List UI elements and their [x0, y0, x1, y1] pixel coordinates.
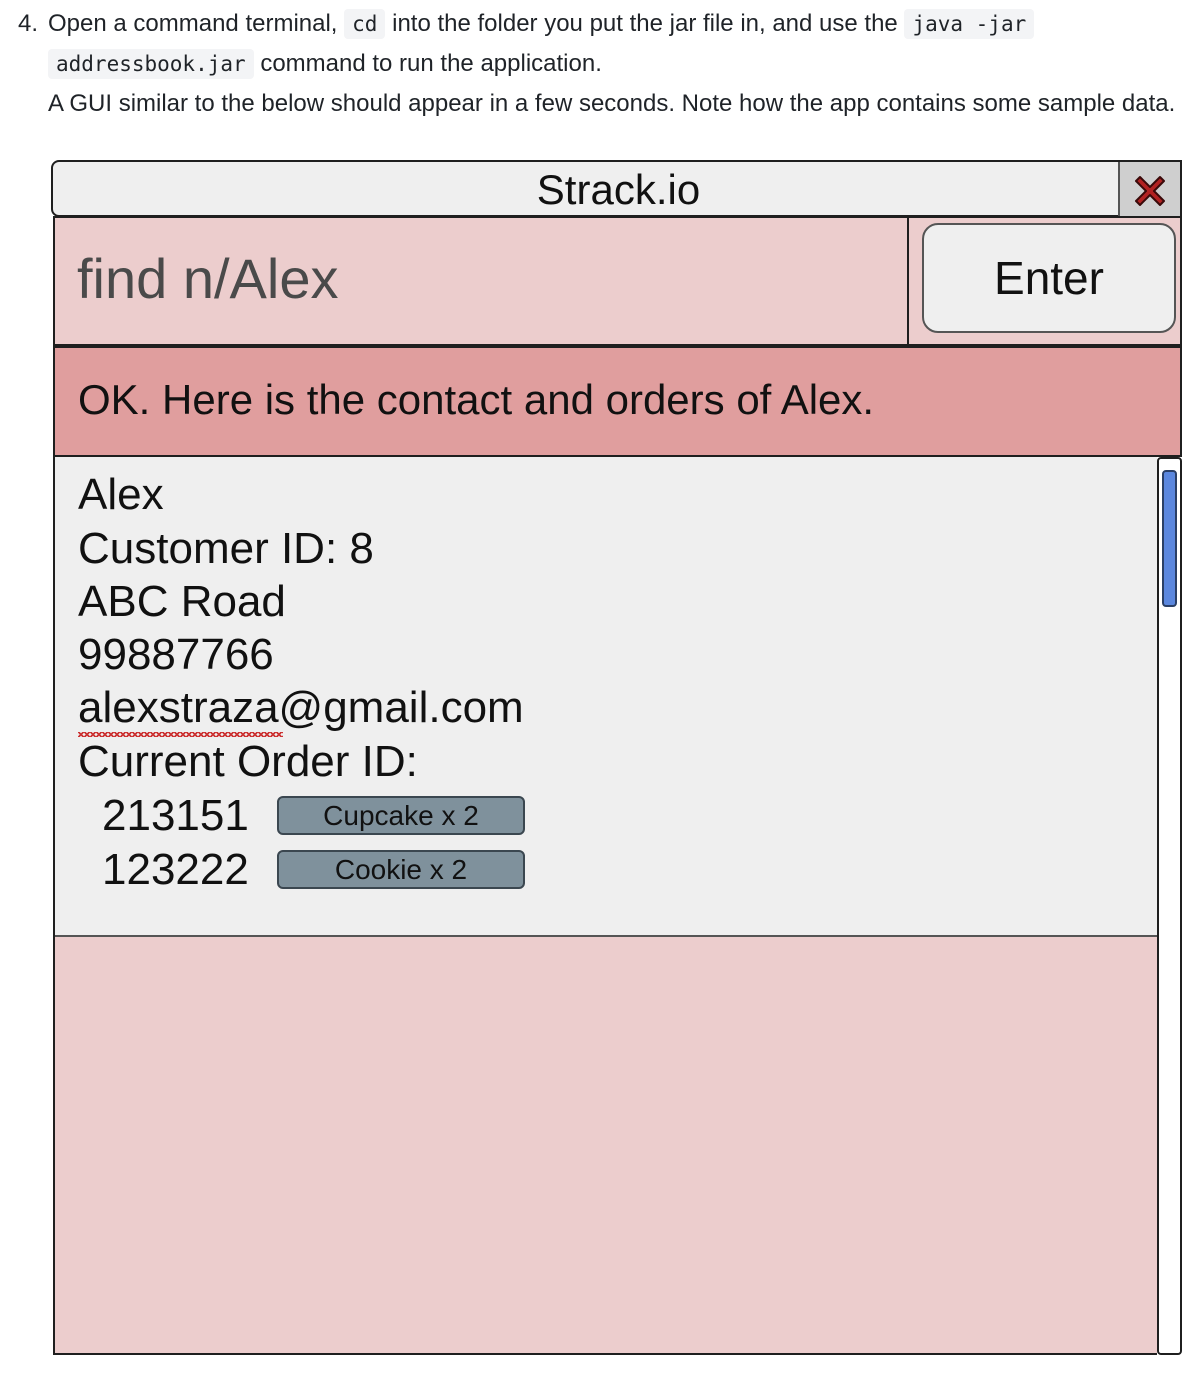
contact-list-panel: Alex Customer ID: 8 ABC Road 99887766 al… — [53, 457, 1157, 1355]
instruction-note: A GUI similar to the below should appear… — [48, 90, 1176, 117]
contact-customer-id: Customer ID: 8 — [78, 524, 374, 573]
instruction-text-part: Open a command terminal, — [48, 10, 338, 37]
title-bar: Strack.io — [51, 160, 1182, 219]
scrollbar-track[interactable] — [1157, 457, 1182, 1355]
code-jar: addressbook.jar — [48, 49, 254, 79]
instruction-text-part: into the folder you put the jar file in,… — [392, 10, 898, 37]
instruction-step: 4. Open a command terminal, cd into the … — [18, 4, 1178, 123]
order-item-chip: Cupcake x 2 — [277, 796, 525, 835]
order-id: 213151 — [102, 791, 249, 840]
code-java: java -jar — [904, 9, 1035, 39]
app-window: Strack.io find n/Alex Enter OK. Here is … — [51, 160, 1182, 1357]
command-bar: find n/Alex Enter — [53, 216, 1182, 346]
contact-phone: 99887766 — [78, 630, 274, 679]
close-x-icon — [1135, 175, 1165, 206]
instruction-text-part: command to run the application. — [260, 50, 602, 77]
result-display: OK. Here is the contact and orders of Al… — [53, 346, 1182, 457]
contact-card[interactable]: Alex Customer ID: 8 ABC Road 99887766 al… — [55, 457, 1157, 937]
command-input[interactable]: find n/Alex — [55, 218, 909, 344]
close-button[interactable] — [1118, 162, 1180, 219]
enter-button[interactable]: Enter — [922, 223, 1176, 333]
orders-label: Current Order ID: — [78, 737, 418, 786]
order-id: 123222 — [102, 845, 249, 894]
contact-name: Alex — [78, 470, 164, 519]
contact-address: ABC Road — [78, 577, 286, 626]
scrollbar-thumb[interactable] — [1162, 470, 1177, 607]
app-title: Strack.io — [536, 166, 701, 213]
step-number: 4. — [18, 10, 39, 37]
contact-email: alexstraza@gmail.com — [78, 683, 524, 732]
code-cd: cd — [344, 9, 386, 39]
instruction-text: Open a command terminal, cd into the fol… — [48, 4, 1178, 123]
order-item-chip: Cookie x 2 — [277, 850, 525, 889]
